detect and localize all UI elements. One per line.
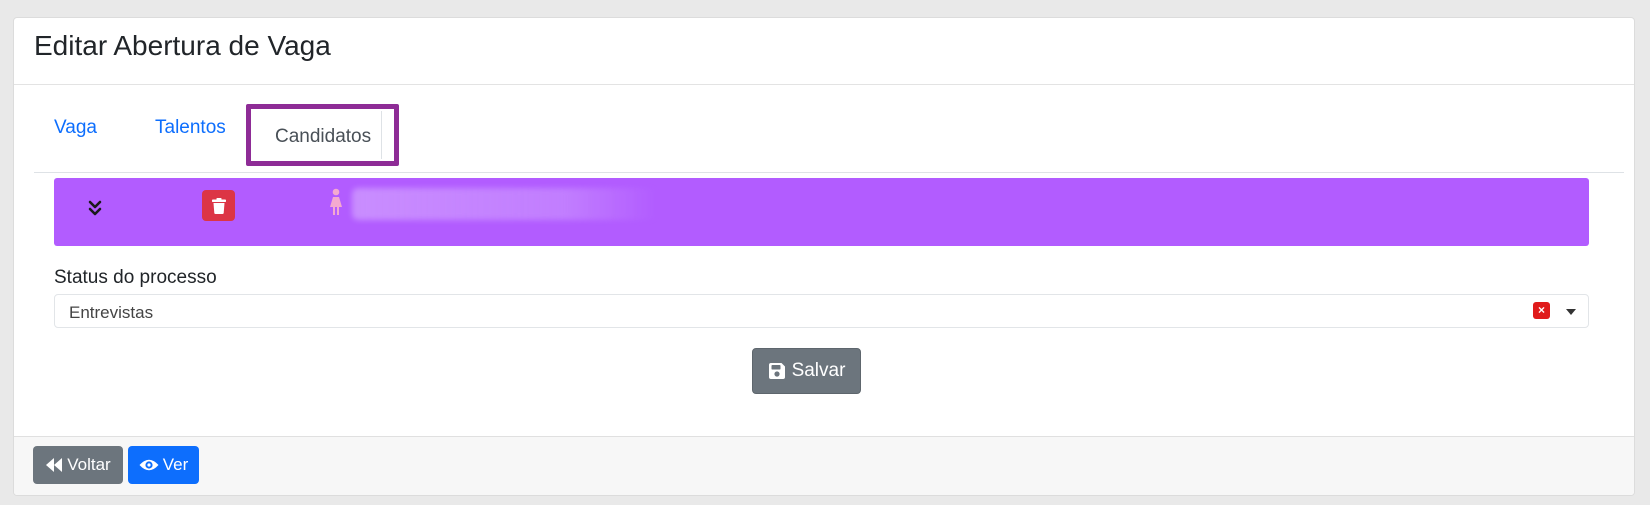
clear-selection-icon[interactable]: × [1533, 302, 1550, 319]
back-button[interactable]: Voltar [33, 446, 123, 484]
caret-down-icon[interactable] [1566, 309, 1576, 315]
delete-candidate-button[interactable] [202, 190, 235, 221]
floppy-disk-icon [768, 363, 785, 379]
page-title: Editar Abertura de Vaga [34, 30, 331, 61]
view-button[interactable]: Ver [128, 446, 199, 484]
chevron-double-down-icon[interactable] [88, 200, 102, 218]
tab-candidatos-label: Candidatos [275, 126, 372, 147]
trash-icon [211, 197, 226, 214]
tab-vaga[interactable]: Vaga [54, 117, 97, 139]
candidate-row [54, 178, 1589, 246]
tab-talentos[interactable]: Talentos [155, 117, 226, 139]
save-button[interactable]: Salvar [752, 348, 861, 394]
tabs-bar: Vaga Talentos Candidatos [34, 97, 1624, 173]
save-button-label: Salvar [791, 360, 846, 381]
status-select-value: Entrevistas [69, 303, 154, 322]
status-select[interactable]: Entrevistas × [54, 294, 1589, 328]
status-label: Status do processo [54, 267, 217, 288]
backward-icon [46, 458, 63, 472]
edit-card: Editar Abertura de Vaga Vaga Talentos Ca… [13, 17, 1635, 496]
candidate-name-redacted [352, 188, 657, 220]
female-person-icon [329, 188, 343, 216]
card-header: Editar Abertura de Vaga [14, 18, 1634, 85]
tab-candidatos[interactable]: Candidatos [246, 104, 399, 166]
back-button-label: Voltar [67, 455, 111, 474]
tab-divider [381, 111, 382, 159]
eye-icon [139, 459, 159, 471]
view-button-label: Ver [162, 455, 189, 474]
card-footer: Voltar Ver [14, 436, 1634, 495]
